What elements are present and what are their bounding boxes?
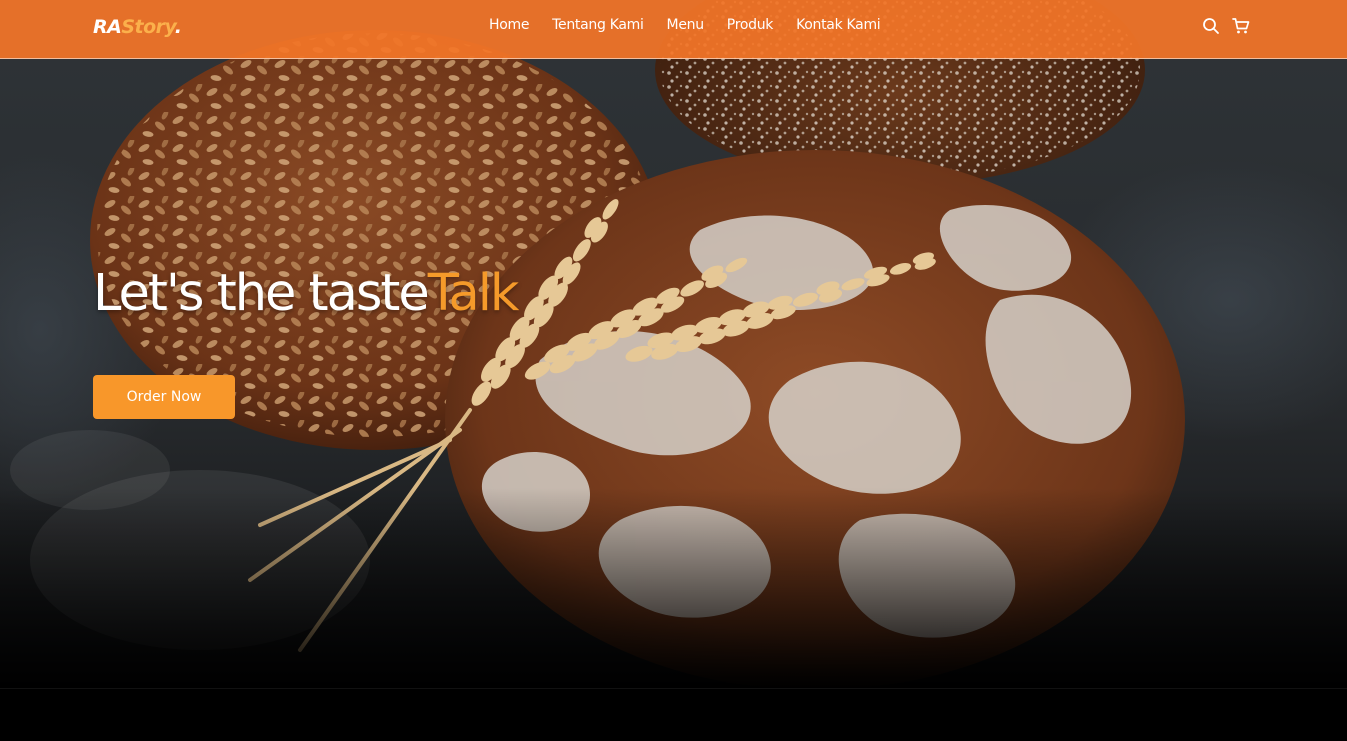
search-icon[interactable]	[1202, 17, 1220, 35]
navbar: RAStory. Home Tentang Kami Menu Produk K…	[0, 0, 1347, 59]
hero-section: Let's the tasteTalk Order Now	[0, 0, 1347, 688]
order-now-button[interactable]: Order Now	[93, 375, 235, 419]
nav-link-home[interactable]: Home	[489, 17, 529, 33]
hero-title-main: Let's the taste	[93, 264, 430, 323]
brand-logo-part2: Story	[121, 16, 175, 38]
nav-link-kontak-kami[interactable]: Kontak Kami	[796, 17, 881, 33]
hero-bottom-fade	[0, 488, 1347, 688]
nav-link-menu[interactable]: Menu	[667, 17, 705, 33]
hero-title: Let's the tasteTalk	[93, 264, 520, 323]
nav-link-produk[interactable]: Produk	[727, 17, 774, 33]
nav-links: Home Tentang Kami Menu Produk Kontak Kam…	[489, 17, 903, 33]
page-bottom-band	[0, 688, 1347, 741]
cart-icon[interactable]	[1232, 17, 1250, 35]
hero-title-accent: Talk	[427, 264, 520, 323]
brand-logo[interactable]: RAStory.	[93, 16, 182, 38]
nav-icons	[1202, 17, 1250, 35]
brand-logo-part3: .	[174, 16, 182, 38]
nav-link-tentang-kami[interactable]: Tentang Kami	[552, 17, 644, 33]
brand-logo-part1: RA	[93, 16, 122, 38]
